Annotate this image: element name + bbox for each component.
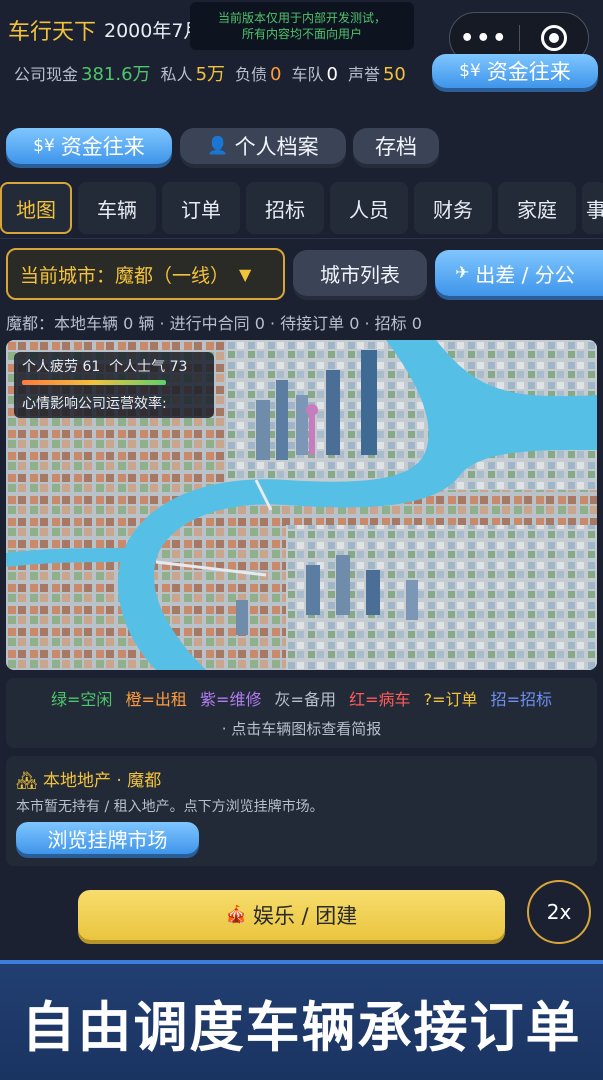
airplane-icon: ✈ [455, 263, 470, 283]
company-stats: 公司现金 381.6万 私人 5万 负债 0 车队 0 声誉 50 [14, 60, 406, 86]
fatigue-morale-text: 个人疲劳 61 个人士气 73 [22, 356, 206, 376]
city-list-button[interactable]: 城市列表 [293, 250, 427, 296]
mood-label: 心情影响公司运营效率: [22, 396, 167, 412]
legend-hint: · 点击车辆图标查看简报 [221, 720, 382, 738]
money-icon: $¥ [459, 61, 481, 81]
cash-stat: 公司现金 381.6万 [14, 60, 151, 86]
tab-divider [0, 238, 603, 239]
cash-label: 公司现金 [14, 65, 79, 84]
tab-finance[interactable]: 财务 [414, 182, 492, 234]
app-title: 车行天下 [8, 20, 97, 45]
main-tabs: 地图 车辆 订单 招标 人员 财务 家庭 事 [0, 182, 603, 234]
debt-stat: 负债 0 [235, 61, 281, 85]
tab-vehicles[interactable]: 车辆 [78, 182, 156, 234]
fleet-value: 0 [326, 64, 338, 85]
business-trip-button[interactable]: ✈ 出差 / 分公 [435, 250, 603, 296]
business-trip-label: 出差 / 分公 [475, 262, 575, 287]
entertainment-button[interactable]: 🎪 娱乐 / 团建 [78, 890, 505, 940]
legend-idle: 绿=空闲 [51, 690, 113, 709]
dev-notice: 当前版本仅用于内部开发测试， 所有内容均不面向用户 [190, 2, 414, 50]
money-icon: $¥ [33, 136, 55, 156]
promo-banner: 自由调度车辆承接订单 [0, 960, 603, 1080]
houses-icon: 🏘 [16, 771, 38, 791]
dev-notice-line1: 当前版本仅用于内部开发测试， [217, 11, 386, 25]
personal-profile-button[interactable]: 👤 个人档案 [180, 128, 346, 164]
reputation-label: 声誉 [347, 65, 380, 84]
legend-order: ?=订单 [423, 690, 478, 709]
personal-profile-label: 个人档案 [234, 135, 319, 159]
tab-bidding[interactable]: 招标 [246, 182, 324, 234]
vehicle-legend: 绿=空闲 橙=出租 紫=维修 灰=备用 红=病车 ?=订单 招=招标 [0, 686, 603, 710]
debt-value: 0 [270, 64, 282, 85]
property-description: 本市暂无持有 / 租入地产。点下方浏览挂牌市场。 [16, 799, 324, 815]
personal-value: 5万 [195, 64, 226, 85]
debt-label: 负债 [235, 65, 268, 84]
money-transfer-button[interactable]: $¥ 资金往来 [6, 128, 172, 164]
mood-bar [22, 380, 166, 385]
reputation-value: 50 [382, 64, 406, 85]
more-menu-button[interactable]: ••• [450, 26, 519, 51]
property-title-text: 本地地产 · 魔都 [43, 771, 162, 791]
legend-spare: 灰=备用 [274, 690, 336, 709]
dev-notice-line2: 所有内容均不面向用户 [241, 27, 362, 41]
tab-orders[interactable]: 订单 [162, 182, 240, 234]
reputation-stat: 声誉 50 [348, 61, 406, 85]
city-summary: 魔都：本地车辆 0 辆 · 进行中合同 0 · 待接订单 0 · 招标 0 [6, 314, 422, 333]
tab-staff[interactable]: 人员 [330, 182, 408, 234]
fleet-label: 车队 [291, 65, 324, 84]
close-miniprogram-button[interactable] [520, 25, 589, 51]
person-icon: 👤 [207, 136, 229, 156]
money-transfer-label: 资金往来 [60, 135, 145, 159]
morale-value: 个人士气 73 [109, 359, 188, 375]
fleet-stat: 车队 0 [291, 61, 337, 85]
legend-bid: 招=招标 [490, 690, 552, 709]
circus-tent-icon: 🎪 [225, 905, 247, 925]
tab-more[interactable]: 事 [582, 182, 603, 234]
save-button[interactable]: 存档 [353, 128, 439, 164]
speed-toggle-button[interactable]: 2x [527, 880, 591, 944]
browse-market-button[interactable]: 浏览挂牌市场 [16, 822, 199, 854]
legend-repair: 紫=维修 [200, 690, 262, 709]
cash-value: 381.6万 [81, 64, 151, 85]
current-city-select[interactable]: 当前城市：魔都（一线） ▼ [6, 248, 285, 300]
personal-label: 私人 [160, 65, 193, 84]
record-circle-icon [540, 25, 567, 51]
fatigue-value: 个人疲劳 61 [22, 359, 101, 375]
tab-family[interactable]: 家庭 [498, 182, 576, 234]
tab-map[interactable]: 地图 [0, 182, 72, 234]
property-title: 🏘 本地地产 · 魔都 [16, 766, 161, 791]
entertainment-label: 娱乐 / 团建 [252, 904, 358, 928]
money-transfer-top-button[interactable]: $¥ 资金往来 [432, 54, 598, 88]
current-city-label: 当前城市：魔都（一线） [20, 264, 230, 287]
money-transfer-top-label: 资金往来 [486, 60, 571, 84]
legend-sick: 红=病车 [349, 690, 411, 709]
mood-panel: 个人疲劳 61 个人士气 73 心情影响公司运营效率: [14, 352, 214, 418]
legend-rented: 橙=出租 [125, 690, 187, 709]
personal-stat: 私人 5万 [161, 60, 225, 86]
chevron-down-icon: ▼ [239, 264, 252, 284]
